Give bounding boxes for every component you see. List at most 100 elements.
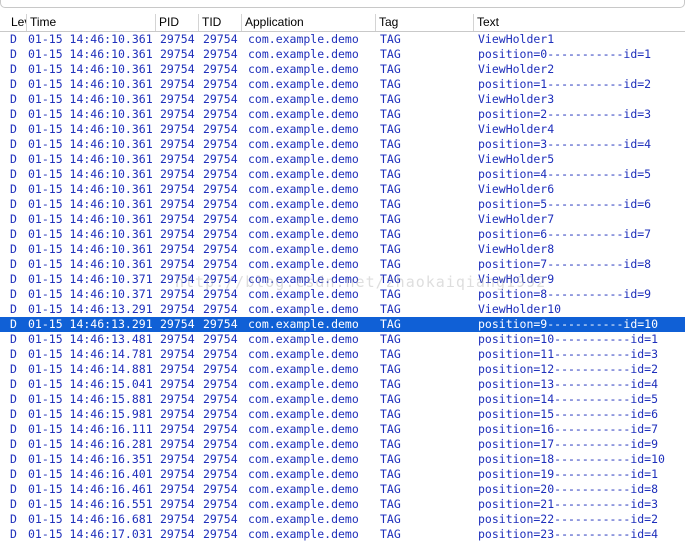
log-pid-cell: 29754 bbox=[160, 227, 195, 241]
column-header-pid[interactable]: PID bbox=[156, 14, 199, 31]
log-row[interactable]: D 01-15 14:46:17.031 29754 29754 com.example… bbox=[0, 527, 685, 542]
log-app-cell: com.example.demo bbox=[248, 347, 359, 361]
log-pid-cell: 29754 bbox=[160, 392, 195, 406]
log-pid-cell: 29754 bbox=[160, 302, 195, 316]
log-row[interactable]: D 01-15 14:46:15.041 29754 29754 com.example… bbox=[0, 377, 685, 392]
log-tid-cell: 29754 bbox=[203, 62, 238, 76]
log-pid-cell: 29754 bbox=[160, 47, 195, 61]
log-level-cell: D bbox=[10, 272, 17, 286]
log-tag-cell: TAG bbox=[380, 197, 401, 211]
log-row[interactable]: D 01-15 14:46:10.361 29754 29754 com.example… bbox=[0, 212, 685, 227]
log-app-cell: com.example.demo bbox=[248, 137, 359, 151]
column-header-tid[interactable]: TID bbox=[199, 14, 242, 31]
log-text-cell: position=11-----------id=3 bbox=[478, 347, 659, 361]
log-tid-cell: 29754 bbox=[203, 392, 238, 406]
log-level-cell: D bbox=[10, 287, 17, 301]
log-app-cell: com.example.demo bbox=[248, 422, 359, 436]
log-row[interactable]: D 01-15 14:46:13.291 29754 29754 com.example… bbox=[0, 302, 685, 317]
log-app-cell: com.example.demo bbox=[248, 272, 359, 286]
log-tid-cell: 29754 bbox=[203, 92, 238, 106]
log-tag-cell: TAG bbox=[380, 392, 401, 406]
log-time-cell: 01-15 14:46:15.981 bbox=[28, 407, 153, 421]
log-row[interactable]: D 01-15 14:46:10.361 29754 29754 com.example… bbox=[0, 77, 685, 92]
log-level-cell: D bbox=[10, 497, 17, 511]
log-row[interactable]: D 01-15 14:46:16.111 29754 29754 com.example… bbox=[0, 422, 685, 437]
log-text-cell: ViewHolder4 bbox=[478, 122, 555, 136]
column-header-time[interactable]: Time bbox=[27, 14, 156, 31]
log-row[interactable]: D 01-15 14:46:10.361 29754 29754 com.example… bbox=[0, 257, 685, 272]
log-row[interactable]: D 01-15 14:46:10.361 29754 29754 com.example… bbox=[0, 32, 685, 47]
log-time-cell: 01-15 14:46:10.361 bbox=[28, 47, 153, 61]
log-row[interactable]: D 01-15 14:46:15.881 29754 29754 com.example… bbox=[0, 392, 685, 407]
logcat-table-body: D 01-15 14:46:10.361 29754 29754 com.example… bbox=[0, 32, 685, 542]
log-app-cell: com.example.demo bbox=[248, 332, 359, 346]
log-pid-cell: 29754 bbox=[160, 92, 195, 106]
log-row[interactable]: D 01-15 14:46:13.481 29754 29754 com.example… bbox=[0, 332, 685, 347]
log-pid-cell: 29754 bbox=[160, 497, 195, 511]
log-row[interactable]: D 01-15 14:46:10.361 29754 29754 com.example… bbox=[0, 122, 685, 137]
log-level-cell: D bbox=[10, 257, 17, 271]
log-app-cell: com.example.demo bbox=[248, 32, 359, 46]
log-tag-cell: TAG bbox=[380, 347, 401, 361]
log-pid-cell: 29754 bbox=[160, 32, 195, 46]
log-level-cell: D bbox=[10, 107, 17, 121]
log-row[interactable]: D 01-15 14:46:16.281 29754 29754 com.example… bbox=[0, 437, 685, 452]
log-text-cell: ViewHolder7 bbox=[478, 212, 555, 226]
log-text-cell: position=2-----------id=3 bbox=[478, 107, 652, 121]
log-tag-cell: TAG bbox=[380, 317, 401, 331]
log-tag-cell: TAG bbox=[380, 47, 401, 61]
log-time-cell: 01-15 14:46:10.361 bbox=[28, 62, 153, 76]
log-tag-cell: TAG bbox=[380, 122, 401, 136]
log-text-cell: position=1-----------id=2 bbox=[478, 77, 652, 91]
log-row[interactable]: D 01-15 14:46:10.361 29754 29754 com.example… bbox=[0, 227, 685, 242]
log-tid-cell: 29754 bbox=[203, 407, 238, 421]
log-row[interactable]: D 01-15 14:46:16.461 29754 29754 com.example… bbox=[0, 482, 685, 497]
log-level-cell: D bbox=[10, 482, 17, 496]
log-row[interactable]: D 01-15 14:46:10.371 29754 29754 com.example… bbox=[0, 272, 685, 287]
log-row[interactable]: D 01-15 14:46:16.681 29754 29754 com.example… bbox=[0, 512, 685, 527]
log-row[interactable]: D 01-15 14:46:15.981 29754 29754 com.example… bbox=[0, 407, 685, 422]
log-row[interactable]: D 01-15 14:46:10.361 29754 29754 com.example… bbox=[0, 137, 685, 152]
log-pid-cell: 29754 bbox=[160, 482, 195, 496]
log-time-cell: 01-15 14:46:10.361 bbox=[28, 152, 153, 166]
log-pid-cell: 29754 bbox=[160, 107, 195, 121]
log-row[interactable]: D 01-15 14:46:14.781 29754 29754 com.example… bbox=[0, 347, 685, 362]
log-row[interactable]: D 01-15 14:46:16.401 29754 29754 com.example… bbox=[0, 467, 685, 482]
log-row[interactable]: D 01-15 14:46:13.291 29754 29754 com.example… bbox=[0, 317, 685, 332]
log-app-cell: com.example.demo bbox=[248, 452, 359, 466]
log-row[interactable]: D 01-15 14:46:10.361 29754 29754 com.example… bbox=[0, 62, 685, 77]
log-app-cell: com.example.demo bbox=[248, 152, 359, 166]
log-app-cell: com.example.demo bbox=[248, 122, 359, 136]
log-row[interactable]: D 01-15 14:46:10.361 29754 29754 com.example… bbox=[0, 107, 685, 122]
filter-input[interactable] bbox=[0, 0, 685, 8]
log-tag-cell: TAG bbox=[380, 332, 401, 346]
log-level-cell: D bbox=[10, 377, 17, 391]
log-row[interactable]: D 01-15 14:46:10.361 29754 29754 com.example… bbox=[0, 92, 685, 107]
log-row[interactable]: D 01-15 14:46:16.551 29754 29754 com.example… bbox=[0, 497, 685, 512]
log-level-cell: D bbox=[10, 77, 17, 91]
log-pid-cell: 29754 bbox=[160, 317, 195, 331]
column-header-text[interactable]: Text bbox=[474, 14, 685, 31]
log-tid-cell: 29754 bbox=[203, 362, 238, 376]
log-row[interactable]: D 01-15 14:46:10.361 29754 29754 com.example… bbox=[0, 152, 685, 167]
column-header-application[interactable]: Application bbox=[242, 14, 376, 31]
log-time-cell: 01-15 14:46:16.281 bbox=[28, 437, 153, 451]
log-row[interactable]: D 01-15 14:46:10.371 29754 29754 com.example… bbox=[0, 287, 685, 302]
column-header-level[interactable]: Lev bbox=[8, 14, 27, 31]
log-row[interactable]: D 01-15 14:46:10.361 29754 29754 com.example… bbox=[0, 182, 685, 197]
log-tag-cell: TAG bbox=[380, 107, 401, 121]
log-text-cell: position=14-----------id=5 bbox=[478, 392, 659, 406]
log-row[interactable]: D 01-15 14:46:14.881 29754 29754 com.example… bbox=[0, 362, 685, 377]
log-tid-cell: 29754 bbox=[203, 137, 238, 151]
log-row[interactable]: D 01-15 14:46:16.351 29754 29754 com.example… bbox=[0, 452, 685, 467]
column-header-tag[interactable]: Tag bbox=[376, 14, 474, 31]
log-row[interactable]: D 01-15 14:46:10.361 29754 29754 com.example… bbox=[0, 242, 685, 257]
log-time-cell: 01-15 14:46:10.361 bbox=[28, 257, 153, 271]
log-time-cell: 01-15 14:46:16.111 bbox=[28, 422, 153, 436]
log-row[interactable]: D 01-15 14:46:10.361 29754 29754 com.example… bbox=[0, 167, 685, 182]
log-pid-cell: 29754 bbox=[160, 362, 195, 376]
log-app-cell: com.example.demo bbox=[248, 107, 359, 121]
log-pid-cell: 29754 bbox=[160, 377, 195, 391]
log-row[interactable]: D 01-15 14:46:10.361 29754 29754 com.example… bbox=[0, 47, 685, 62]
log-row[interactable]: D 01-15 14:46:10.361 29754 29754 com.example… bbox=[0, 197, 685, 212]
